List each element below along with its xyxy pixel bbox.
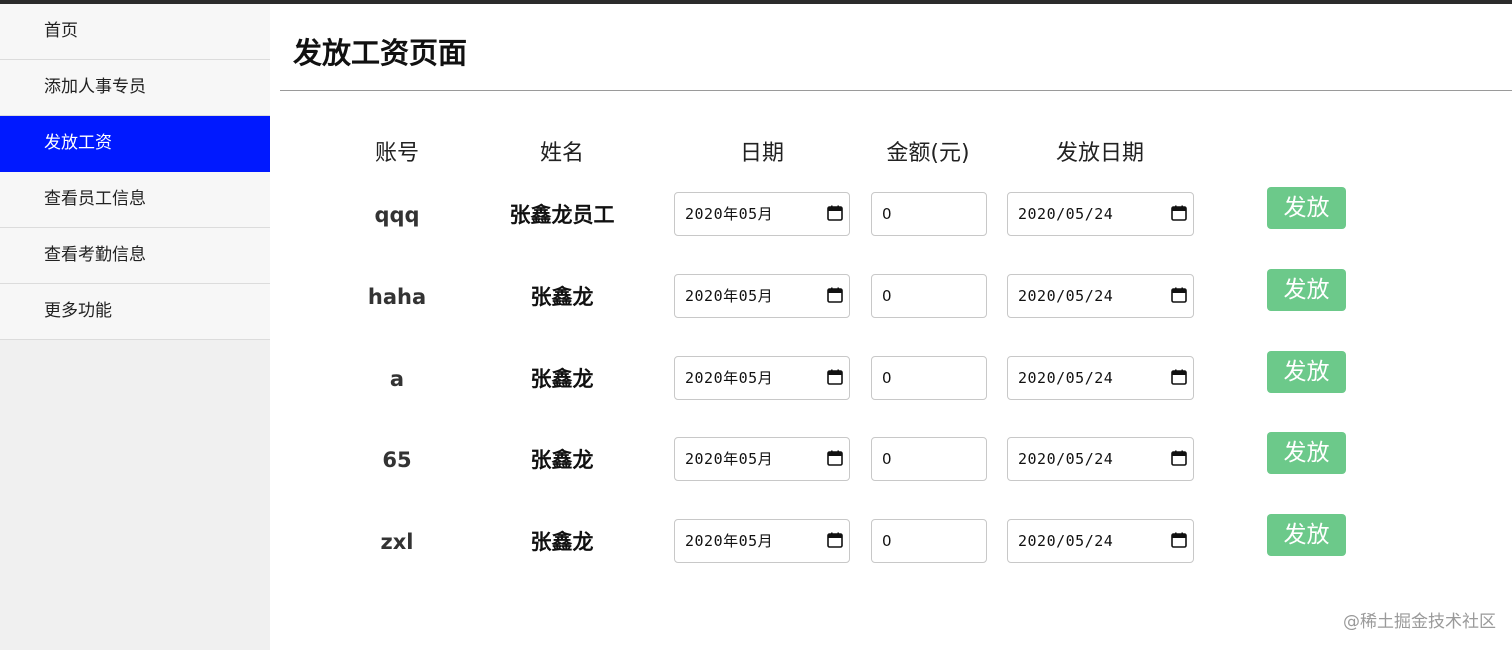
name-cell: 张鑫龙	[530, 367, 594, 391]
calendar-icon[interactable]	[1171, 532, 1187, 548]
sidebar-item-view-attendance[interactable]: 查看考勤信息	[0, 228, 270, 284]
column-header-pay-date: 发放日期	[1055, 141, 1145, 166]
amount-value: 0	[882, 205, 892, 223]
pay-button[interactable]: 发放	[1267, 514, 1346, 556]
main-content: 发放工资页面 账号 姓名 日期 金额(元) 发放日期 qqq 张鑫龙员工 202…	[270, 4, 1512, 650]
column-header-name: 姓名	[539, 141, 585, 166]
table-row: 65 张鑫龙 2020年05月 0 2020/05/24 发放	[270, 432, 1512, 483]
month-value: 2020年05月	[685, 369, 774, 387]
table-row: a 张鑫龙 2020年05月 0 2020/05/24 发放	[270, 351, 1512, 402]
amount-value: 0	[882, 532, 892, 550]
table-row: zxl 张鑫龙 2020年05月 0 2020/05/24 发放	[270, 514, 1512, 565]
pay-date-value: 2020/05/24	[1018, 205, 1114, 223]
pay-button[interactable]: 发放	[1267, 432, 1346, 474]
calendar-icon[interactable]	[1171, 287, 1187, 303]
column-header-account: 账号	[374, 141, 420, 166]
calendar-icon[interactable]	[827, 532, 843, 548]
sidebar-item-pay-salary[interactable]: 发放工资	[0, 116, 270, 172]
calendar-icon[interactable]	[827, 287, 843, 303]
calendar-icon[interactable]	[827, 205, 843, 221]
pay-date-value: 2020/05/24	[1018, 287, 1114, 305]
month-value: 2020年05月	[685, 205, 774, 223]
sidebar-item-home[interactable]: 首页	[0, 4, 270, 60]
amount-value: 0	[882, 369, 892, 387]
month-input[interactable]: 2020年05月	[674, 192, 850, 236]
column-header-amount: 金额(元)	[886, 141, 970, 166]
pay-date-value: 2020/05/24	[1018, 532, 1114, 550]
pay-button[interactable]: 发放	[1267, 351, 1346, 393]
calendar-icon[interactable]	[1171, 369, 1187, 385]
calendar-icon[interactable]	[827, 369, 843, 385]
amount-value: 0	[882, 450, 892, 468]
account-cell: 65	[382, 448, 412, 472]
amount-input[interactable]: 0	[871, 519, 987, 563]
month-input[interactable]: 2020年05月	[674, 519, 850, 563]
watermark: @稀土掘金技术社区	[1343, 612, 1496, 632]
amount-input[interactable]: 0	[871, 437, 987, 481]
name-cell: 张鑫龙	[530, 530, 594, 554]
account-cell: qqq	[374, 203, 420, 227]
name-cell: 张鑫龙员工	[509, 203, 615, 227]
pay-date-input[interactable]: 2020/05/24	[1007, 356, 1194, 400]
column-header-date: 日期	[739, 141, 785, 166]
month-input[interactable]: 2020年05月	[674, 274, 850, 318]
account-cell: zxl	[380, 530, 414, 554]
pay-button[interactable]: 发放	[1267, 187, 1346, 229]
page-title: 发放工资页面	[293, 36, 468, 70]
amount-input[interactable]: 0	[871, 192, 987, 236]
sidebar-item-more[interactable]: 更多功能	[0, 284, 270, 340]
title-divider	[280, 90, 1512, 91]
month-value: 2020年05月	[685, 532, 774, 550]
sidebar-item-view-employees[interactable]: 查看员工信息	[0, 172, 270, 228]
calendar-icon[interactable]	[1171, 205, 1187, 221]
pay-date-input[interactable]: 2020/05/24	[1007, 437, 1194, 481]
month-input[interactable]: 2020年05月	[674, 356, 850, 400]
month-value: 2020年05月	[685, 287, 774, 305]
month-input[interactable]: 2020年05月	[674, 437, 850, 481]
pay-date-value: 2020/05/24	[1018, 369, 1114, 387]
name-cell: 张鑫龙	[530, 448, 594, 472]
table-row: qqq 张鑫龙员工 2020年05月 0 2020/05/24 发放	[270, 187, 1512, 238]
account-cell: haha	[367, 285, 427, 309]
pay-date-input[interactable]: 2020/05/24	[1007, 274, 1194, 318]
amount-value: 0	[882, 287, 892, 305]
sidebar: 首页 添加人事专员 发放工资 查看员工信息 查看考勤信息 更多功能	[0, 4, 270, 650]
account-cell: a	[389, 367, 405, 391]
name-cell: 张鑫龙	[530, 285, 594, 309]
calendar-icon[interactable]	[827, 450, 843, 466]
amount-input[interactable]: 0	[871, 356, 987, 400]
pay-button[interactable]: 发放	[1267, 269, 1346, 311]
pay-date-value: 2020/05/24	[1018, 450, 1114, 468]
sidebar-item-add-hr[interactable]: 添加人事专员	[0, 60, 270, 116]
month-value: 2020年05月	[685, 450, 774, 468]
amount-input[interactable]: 0	[871, 274, 987, 318]
table-row: haha 张鑫龙 2020年05月 0 2020/05/24 发放	[270, 269, 1512, 320]
calendar-icon[interactable]	[1171, 450, 1187, 466]
pay-date-input[interactable]: 2020/05/24	[1007, 519, 1194, 563]
pay-date-input[interactable]: 2020/05/24	[1007, 192, 1194, 236]
